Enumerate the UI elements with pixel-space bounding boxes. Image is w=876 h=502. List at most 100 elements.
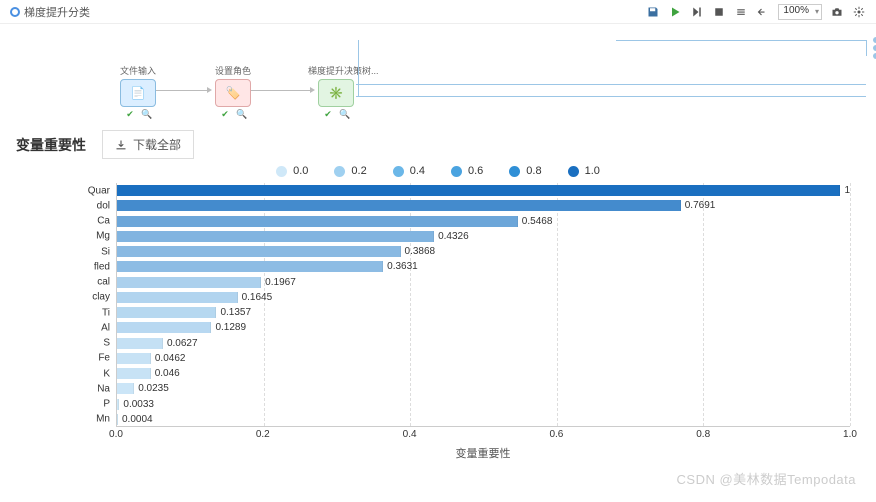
x-tick: 0.2 <box>256 429 270 440</box>
step-icon[interactable] <box>690 5 704 19</box>
bar-value-label: 0.0462 <box>155 353 186 364</box>
y-tick: Quar <box>88 185 110 196</box>
bar-value-label: 0.0627 <box>167 338 198 349</box>
bar-row: 0.7691 <box>117 200 850 211</box>
y-tick: Fe <box>98 353 110 364</box>
legend-swatch <box>334 166 345 177</box>
node-file-input[interactable]: 文件输入 📄 ✔🔍 <box>110 64 166 119</box>
magnify-icon[interactable]: 🔍 <box>236 109 246 119</box>
y-tick: Na <box>97 383 110 394</box>
legend-swatch <box>568 166 579 177</box>
output-ports <box>616 40 876 110</box>
bar[interactable] <box>117 231 434 242</box>
bar[interactable] <box>117 246 401 257</box>
x-axis-title: 变量重要性 <box>116 445 850 461</box>
tree-icon: ✳️ <box>329 86 344 100</box>
bar-row: 0.1967 <box>117 277 850 288</box>
y-tick: dol <box>97 200 110 211</box>
bar-value-label: 0.046 <box>155 368 180 379</box>
legend-item: 0.4 <box>393 165 425 177</box>
result-panel: 变量重要性 下载全部 0.00.20.40.60.81.0 QuardolCaM… <box>0 124 876 463</box>
bar-value-label: 0.1645 <box>242 292 273 303</box>
bar[interactable] <box>117 292 238 303</box>
bar[interactable] <box>117 368 151 379</box>
bar-row: 0.0235 <box>117 383 850 394</box>
zoom-select[interactable]: 100%▾ <box>778 4 822 20</box>
legend-item: 0.6 <box>451 165 483 177</box>
bar[interactable] <box>117 261 383 272</box>
color-legend: 0.0 0.2 0.4 0.6 0.8 1.0 <box>16 165 860 177</box>
y-tick: K <box>103 368 110 379</box>
camera-icon[interactable] <box>830 5 844 19</box>
node-set-role[interactable]: 设置角色 🏷️ ✔🔍 <box>205 64 261 119</box>
toolbar: 100%▾ <box>646 4 866 20</box>
bar[interactable] <box>117 399 119 410</box>
bar-value-label: 0.0235 <box>138 383 169 394</box>
edge-2 <box>251 90 311 91</box>
x-tick: 0.6 <box>549 429 563 440</box>
y-tick: Al <box>101 322 110 333</box>
legend-item: 0.0 <box>276 165 308 177</box>
bar-value-label: 1 <box>844 185 850 196</box>
legend-label: 0.8 <box>526 165 541 177</box>
bar-row: 0.0004 <box>117 414 850 425</box>
status-ok-icon: ✔ <box>220 109 230 119</box>
bar-row: 0.3631 <box>117 261 850 272</box>
y-tick: S <box>103 338 110 349</box>
flow-canvas[interactable]: 文件输入 📄 ✔🔍 设置角色 🏷️ ✔🔍 梯度提升决策树... ✳️ ✔🔍 <box>0 24 876 124</box>
x-tick: 0.4 <box>403 429 417 440</box>
bar-value-label: 0.3868 <box>405 246 436 257</box>
title-text: 梯度提升分类 <box>24 4 90 20</box>
undo-icon[interactable] <box>756 5 770 19</box>
legend-item: 0.8 <box>509 165 541 177</box>
bar-value-label: 0.7691 <box>685 200 716 211</box>
legend-swatch <box>509 166 520 177</box>
history-icon[interactable] <box>734 5 748 19</box>
bar[interactable] <box>117 338 163 349</box>
bar[interactable] <box>117 200 681 211</box>
play-icon[interactable] <box>668 5 682 19</box>
window-title: 梯度提升分类 <box>10 4 90 20</box>
bar-row: 0.1289 <box>117 322 850 333</box>
bar[interactable] <box>117 322 211 333</box>
role-icon: 🏷️ <box>226 86 241 100</box>
bar[interactable] <box>117 216 518 227</box>
x-tick: 0.0 <box>109 429 123 440</box>
magnify-icon[interactable]: 🔍 <box>339 109 349 119</box>
bar[interactable] <box>117 383 134 394</box>
bar-row: 0.0627 <box>117 338 850 349</box>
bar-value-label: 0.1289 <box>215 322 246 333</box>
panel-title: 变量重要性 <box>16 135 86 155</box>
bar[interactable] <box>117 307 216 318</box>
bar-row: 0.0462 <box>117 353 850 364</box>
stop-icon[interactable] <box>712 5 726 19</box>
legend-swatch <box>276 166 287 177</box>
bar-row: 1 <box>117 185 850 196</box>
gear-icon[interactable] <box>852 5 866 19</box>
bar-row: 0.5468 <box>117 216 850 227</box>
legend-item: 1.0 <box>568 165 600 177</box>
bar-value-label: 0.1967 <box>265 277 296 288</box>
bar[interactable] <box>117 185 840 196</box>
legend-label: 1.0 <box>585 165 600 177</box>
y-tick: Ti <box>102 307 110 318</box>
bar-value-label: 0.0004 <box>122 414 153 425</box>
legend-label: 0.0 <box>293 165 308 177</box>
legend-label: 0.6 <box>468 165 483 177</box>
download-all-button[interactable]: 下载全部 <box>102 130 194 159</box>
app-icon <box>10 7 20 17</box>
bar[interactable] <box>117 353 151 364</box>
bar-value-label: 0.3631 <box>387 261 418 272</box>
bar-value-label: 0.0033 <box>123 399 154 410</box>
bar[interactable] <box>117 277 261 288</box>
save-icon[interactable] <box>646 5 660 19</box>
magnify-icon[interactable]: 🔍 <box>141 109 151 119</box>
y-tick: Si <box>101 246 110 257</box>
legend-item: 0.2 <box>334 165 366 177</box>
bar[interactable] <box>117 414 118 425</box>
status-ok-icon: ✔ <box>323 109 333 119</box>
y-tick: P <box>103 399 110 410</box>
download-icon <box>115 139 127 151</box>
legend-swatch <box>451 166 462 177</box>
node-gbdt[interactable]: 梯度提升决策树... ✳️ ✔🔍 <box>308 64 364 119</box>
